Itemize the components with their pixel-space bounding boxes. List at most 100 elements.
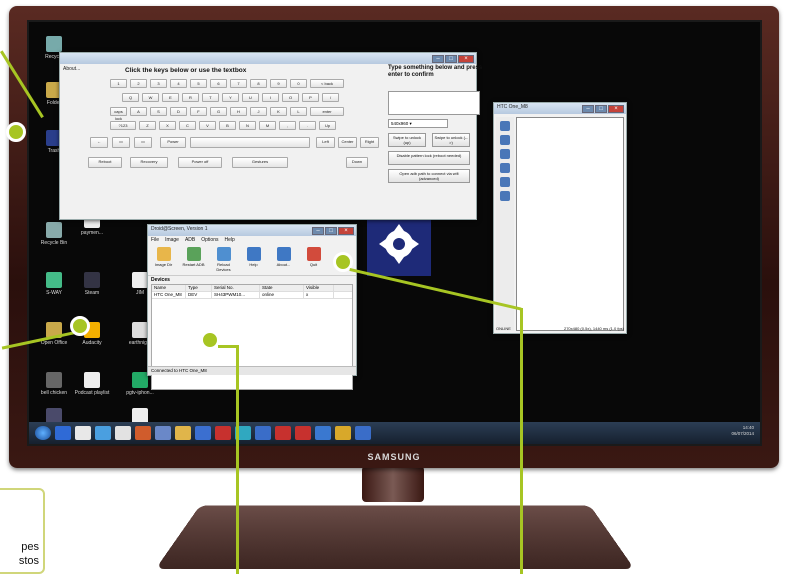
key--[interactable]: . bbox=[299, 121, 316, 130]
document-icon[interactable] bbox=[500, 191, 510, 201]
arrow-key[interactable]: ▭ bbox=[134, 137, 152, 148]
key-2[interactable]: 2 bbox=[130, 79, 147, 88]
settings-icon[interactable] bbox=[500, 163, 510, 173]
rotate-icon[interactable] bbox=[500, 135, 510, 145]
table-row[interactable]: HTC One_M8 DEV SH43PWM10... online x bbox=[152, 292, 352, 299]
arrow-key[interactable]: ▭ bbox=[112, 137, 130, 148]
phone-screen[interactable] bbox=[516, 117, 624, 331]
taskbar-app[interactable] bbox=[275, 426, 291, 440]
key-g[interactable]: G bbox=[210, 107, 227, 116]
desktop-icon[interactable]: Steam bbox=[73, 272, 111, 296]
tool-restart-adb[interactable]: Restart ADB bbox=[180, 246, 207, 273]
close-button[interactable]: × bbox=[338, 226, 354, 235]
minimize-button[interactable]: – bbox=[432, 54, 444, 63]
key-caps-lock[interactable]: caps lock bbox=[110, 107, 127, 121]
key-3[interactable]: 3 bbox=[150, 79, 167, 88]
key-6[interactable]: 6 bbox=[210, 79, 227, 88]
taskbar-app[interactable] bbox=[215, 426, 231, 440]
key-8[interactable]: 8 bbox=[250, 79, 267, 88]
key-gestures[interactable]: Gestures bbox=[232, 157, 288, 168]
key-v[interactable]: V bbox=[199, 121, 216, 130]
close-button[interactable]: × bbox=[458, 54, 474, 63]
taskbar-app[interactable] bbox=[155, 426, 171, 440]
taskbar-app[interactable] bbox=[295, 426, 311, 440]
key--[interactable]: / bbox=[322, 93, 339, 102]
desktop-icon[interactable]: S-WAY bbox=[35, 272, 73, 296]
key--[interactable]: , bbox=[279, 121, 296, 130]
key-i[interactable]: I bbox=[262, 93, 279, 102]
menu-help[interactable]: Help bbox=[224, 237, 234, 243]
keyboard-icon[interactable] bbox=[500, 177, 510, 187]
key-q[interactable]: Q bbox=[122, 93, 139, 102]
key-space[interactable] bbox=[190, 137, 310, 148]
arrow-key[interactable]: ← bbox=[90, 137, 108, 148]
key-center[interactable]: Center bbox=[338, 137, 357, 148]
swipe-up-button[interactable]: Swipe to unlock (up) bbox=[388, 133, 426, 147]
desktop-icon[interactable]: Podcast playlist bbox=[73, 372, 111, 396]
key-u[interactable]: U bbox=[242, 93, 259, 102]
resolution-select[interactable]: 540x960 ▾ bbox=[388, 119, 448, 128]
key-r[interactable]: R bbox=[182, 93, 199, 102]
key-w[interactable]: W bbox=[142, 93, 159, 102]
maximize-button[interactable]: □ bbox=[445, 54, 457, 63]
key-a[interactable]: A bbox=[130, 107, 147, 116]
key-c[interactable]: C bbox=[179, 121, 196, 130]
maximize-button[interactable]: □ bbox=[595, 104, 607, 113]
key-n[interactable]: N bbox=[239, 121, 256, 130]
key-right[interactable]: Right bbox=[360, 137, 379, 148]
maximize-button[interactable]: □ bbox=[325, 226, 337, 235]
key-9[interactable]: 9 bbox=[270, 79, 287, 88]
key-down[interactable]: Down bbox=[346, 157, 368, 168]
close-button[interactable]: × bbox=[608, 104, 624, 113]
taskbar-app[interactable] bbox=[315, 426, 331, 440]
key-0[interactable]: 0 bbox=[290, 79, 307, 88]
key-j[interactable]: J bbox=[250, 107, 267, 116]
zoom-icon[interactable] bbox=[500, 149, 510, 159]
key-recovery[interactable]: Recovery bbox=[130, 157, 168, 168]
about-menu[interactable]: About... bbox=[63, 66, 80, 72]
disable-pattern-button[interactable]: Disable pattern lock (reboot needed) bbox=[388, 151, 470, 165]
key-left[interactable]: Left bbox=[316, 137, 335, 148]
key-power-off[interactable]: Power off bbox=[178, 157, 222, 168]
key-h[interactable]: H bbox=[230, 107, 247, 116]
taskbar-app[interactable] bbox=[175, 426, 191, 440]
taskbar-app[interactable] bbox=[115, 426, 131, 440]
key-1[interactable]: 1 bbox=[110, 79, 127, 88]
taskbar-app[interactable] bbox=[255, 426, 271, 440]
desktop-icon[interactable]: Recycle Bin bbox=[35, 222, 73, 246]
menu-image[interactable]: Image bbox=[165, 237, 179, 243]
key-k[interactable]: K bbox=[270, 107, 287, 116]
text-input[interactable] bbox=[388, 91, 480, 115]
taskbar-app[interactable] bbox=[135, 426, 151, 440]
start-button[interactable] bbox=[35, 426, 51, 440]
minimize-button[interactable]: – bbox=[582, 104, 594, 113]
key-y[interactable]: Y bbox=[222, 93, 239, 102]
menu-options[interactable]: Options bbox=[201, 237, 218, 243]
key-b[interactable]: B bbox=[219, 121, 236, 130]
tool-image-dir[interactable]: Image Dir bbox=[150, 246, 177, 273]
save-icon[interactable] bbox=[500, 121, 510, 131]
key-l[interactable]: L bbox=[290, 107, 307, 116]
tool-reload-devices[interactable]: Reload Devices bbox=[210, 246, 237, 273]
menu-file[interactable]: File bbox=[151, 237, 159, 243]
key-e[interactable]: E bbox=[162, 93, 179, 102]
desktop-icon[interactable]: bell chicken bbox=[35, 372, 73, 396]
taskbar-app[interactable] bbox=[195, 426, 211, 440]
taskbar-app[interactable] bbox=[75, 426, 91, 440]
key-7[interactable]: 7 bbox=[230, 79, 247, 88]
tool-about-[interactable]: About... bbox=[270, 246, 297, 273]
adb-wifi-button[interactable]: Open adb path to connect via wifi (advan… bbox=[388, 169, 470, 183]
key-power[interactable]: Power bbox=[160, 137, 186, 148]
key--back[interactable]: < back bbox=[310, 79, 344, 88]
key-4[interactable]: 4 bbox=[170, 79, 187, 88]
key-t[interactable]: T bbox=[202, 93, 219, 102]
key-d[interactable]: D bbox=[170, 107, 187, 116]
key-m[interactable]: M bbox=[259, 121, 276, 130]
key-s[interactable]: S bbox=[150, 107, 167, 116]
taskbar-app[interactable] bbox=[355, 426, 371, 440]
tool-help[interactable]: Help bbox=[240, 246, 267, 273]
key-5[interactable]: 5 bbox=[190, 79, 207, 88]
key-enter[interactable]: enter bbox=[310, 107, 344, 116]
swipe-right-button[interactable]: Swipe to unlock (-->) bbox=[432, 133, 470, 147]
key-reboot[interactable]: Reboot bbox=[88, 157, 122, 168]
